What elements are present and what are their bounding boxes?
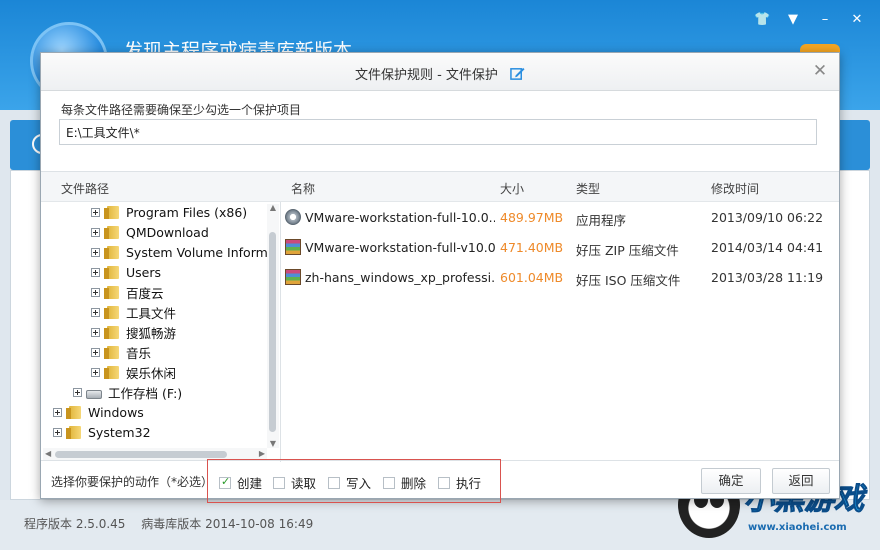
file-row[interactable]: VMware-workstation-full-10.0... 489.97MB…	[281, 202, 839, 232]
action-write-checkbox[interactable]: 写入	[328, 473, 371, 492]
path-input[interactable]	[59, 119, 817, 145]
tree-item[interactable]: 娱乐休闲	[91, 362, 176, 382]
tree-item[interactable]: 百度云	[91, 282, 164, 302]
column-name[interactable]: 名称	[291, 180, 315, 197]
folder-icon	[104, 245, 120, 259]
column-size[interactable]: 大小	[500, 180, 524, 197]
expand-icon[interactable]	[91, 307, 100, 317]
checkbox-icon[interactable]	[438, 476, 450, 489]
expand-icon[interactable]	[91, 267, 100, 277]
folder-icon	[104, 305, 120, 319]
checkbox-icon[interactable]	[328, 476, 340, 489]
folder-icon	[104, 205, 120, 219]
tree-item[interactable]: 音乐	[91, 342, 151, 362]
tree-item[interactable]: 搜狐畅游	[91, 322, 176, 342]
dialog-footer: 选择你要保护的动作（*必选） 创建 读取 写入 删除 执行 确定 返回	[41, 459, 839, 503]
dialog-title: 文件保护规则 - 文件保护	[354, 68, 498, 83]
menu-icon[interactable]: ▼	[786, 12, 800, 27]
expand-icon[interactable]	[53, 407, 62, 417]
expand-icon[interactable]	[91, 227, 100, 237]
edit-icon[interactable]	[510, 66, 525, 81]
tree-item[interactable]: Windows	[53, 402, 144, 422]
exe-icon	[285, 209, 301, 225]
program-version: 程序版本 2.5.0.45	[24, 517, 126, 531]
file-row[interactable]: VMware-workstation-full-v10.0... 471.40M…	[281, 232, 839, 262]
hint-text: 每条文件路径需要确保至少勾选一个保护项目	[61, 103, 302, 117]
expand-icon[interactable]	[91, 347, 100, 357]
column-mtime[interactable]: 修改时间	[711, 180, 759, 197]
tree-header: 文件路径	[41, 172, 281, 202]
file-row[interactable]: zh-hans_windows_xp_professi... 601.04MB …	[281, 262, 839, 292]
tree-header-label: 文件路径	[61, 182, 110, 196]
tree-item[interactable]: Program Files (x86)	[91, 202, 247, 222]
folder-icon	[104, 265, 120, 279]
file-list-header: 名称 大小 类型 修改时间	[281, 172, 839, 202]
dialog-close-button[interactable]: ✕	[811, 62, 829, 80]
checkbox-icon[interactable]	[273, 476, 285, 489]
back-button[interactable]: 返回	[772, 468, 830, 494]
ok-button[interactable]: 确定	[701, 468, 761, 494]
scroll-up-icon[interactable]: ▲	[269, 204, 277, 212]
folder-icon	[104, 325, 120, 339]
expand-icon[interactable]	[91, 247, 100, 257]
scroll-down-icon[interactable]: ▼	[269, 440, 277, 448]
file-browser: 文件路径 名称 大小 类型 修改时间 Program Files (x86) Q…	[41, 171, 839, 462]
actions-label: 选择你要保护的动作（*必选）	[51, 475, 214, 489]
dialog-titlebar: 文件保护规则 - 文件保护 ✕	[41, 53, 839, 91]
virus-db-version: 病毒库版本 2014-10-08 16:49	[141, 517, 314, 531]
scroll-thumb[interactable]	[55, 451, 227, 458]
folder-icon	[104, 345, 120, 359]
folder-icon	[104, 365, 120, 379]
action-read-checkbox[interactable]: 读取	[273, 473, 316, 492]
folder-icon	[104, 225, 120, 239]
window-controls: 👕 ▼ – ✕	[754, 12, 864, 27]
checkbox-checked-icon[interactable]	[219, 475, 231, 489]
action-create-checkbox[interactable]: 创建	[219, 473, 262, 492]
expand-icon[interactable]	[91, 207, 100, 217]
folder-icon	[66, 425, 82, 439]
action-delete-checkbox[interactable]: 删除	[383, 473, 426, 492]
file-protection-rule-dialog: 文件保护规则 - 文件保护 ✕ 每条文件路径需要确保至少勾选一个保护项目 文件路…	[40, 52, 840, 503]
tree-item[interactable]: Users	[91, 262, 161, 282]
iso-archive-icon	[285, 269, 301, 285]
tree-vertical-scrollbar[interactable]: ▲ ▼	[267, 204, 279, 448]
zip-archive-icon	[285, 239, 301, 255]
scroll-right-icon[interactable]: ▶	[259, 449, 265, 458]
minimize-icon[interactable]: –	[818, 12, 832, 27]
skin-icon[interactable]: 👕	[754, 12, 770, 27]
checkbox-icon[interactable]	[383, 476, 395, 489]
expand-icon[interactable]	[73, 387, 82, 397]
scroll-thumb[interactable]	[269, 232, 276, 432]
tree-item[interactable]: System32	[53, 422, 151, 442]
folder-icon	[104, 285, 120, 299]
scroll-left-icon[interactable]: ◀	[45, 449, 51, 458]
folder-icon	[66, 405, 82, 419]
action-execute-checkbox[interactable]: 执行	[438, 473, 481, 492]
tree-item-selected[interactable]: 工具文件	[91, 302, 177, 322]
close-icon[interactable]: ✕	[850, 12, 864, 27]
expand-icon[interactable]	[91, 287, 100, 297]
expand-icon[interactable]	[91, 367, 100, 377]
drive-icon	[86, 389, 102, 399]
expand-icon[interactable]	[91, 327, 100, 337]
column-type[interactable]: 类型	[576, 180, 600, 197]
file-list: VMware-workstation-full-10.0... 489.97MB…	[281, 202, 839, 462]
expand-icon[interactable]	[53, 427, 62, 437]
tree-item[interactable]: System Volume Informa	[91, 242, 275, 262]
watermark-url: www.xiaohei.com	[748, 522, 847, 533]
folder-tree: Program Files (x86) QMDownload System Vo…	[41, 202, 281, 462]
tree-item[interactable]: QMDownload	[91, 222, 209, 242]
tree-item-drive[interactable]: 工作存档 (F:)	[73, 382, 182, 402]
